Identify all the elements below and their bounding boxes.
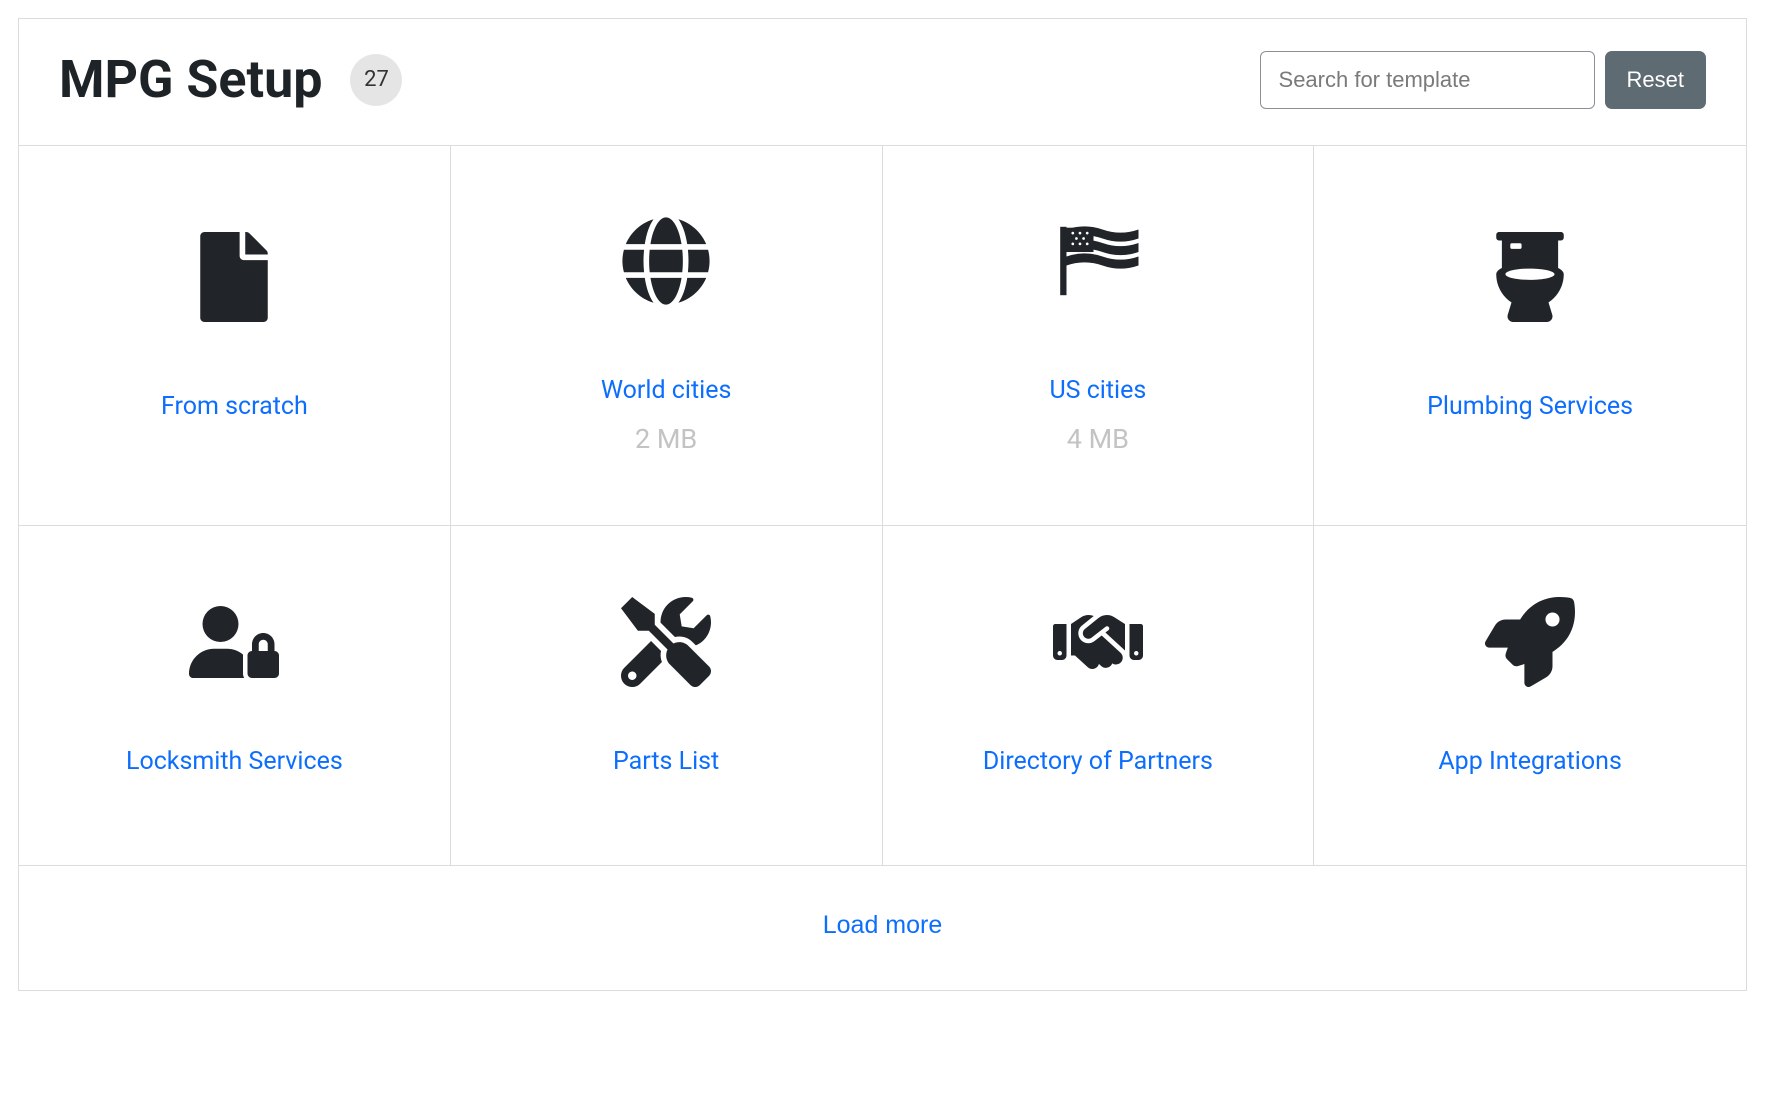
card-plumbing-services[interactable]: Plumbing Services xyxy=(1314,146,1746,526)
card-locksmith-services[interactable]: Locksmith Services xyxy=(19,526,451,866)
count-badge: 27 xyxy=(350,54,402,106)
card-app-integrations[interactable]: App Integrations xyxy=(1314,526,1746,866)
card-parts-list[interactable]: Parts List xyxy=(451,526,883,866)
user-lock-icon xyxy=(189,597,279,687)
card-title: Plumbing Services xyxy=(1427,392,1633,421)
reset-button[interactable]: Reset xyxy=(1605,51,1706,109)
toilet-icon xyxy=(1485,232,1575,322)
card-us-cities[interactable]: US cities 4 MB xyxy=(883,146,1315,526)
file-icon xyxy=(189,232,279,322)
card-world-cities[interactable]: World cities 2 MB xyxy=(451,146,883,526)
globe-icon xyxy=(621,216,711,306)
card-title: App Integrations xyxy=(1438,747,1621,776)
template-grid: From scratch World cities 2 MB US cities… xyxy=(19,145,1746,866)
search-input[interactable] xyxy=(1260,51,1595,109)
card-title: Parts List xyxy=(613,747,719,776)
load-more-button[interactable]: Load more xyxy=(823,911,943,940)
card-title: US cities xyxy=(1049,376,1146,405)
flag-icon xyxy=(1053,216,1143,306)
header-left: MPG Setup 27 xyxy=(59,49,402,110)
card-sub: 2 MB xyxy=(635,423,697,455)
card-from-scratch[interactable]: From scratch xyxy=(19,146,451,526)
tools-icon xyxy=(621,597,711,687)
load-more-row: Load more xyxy=(19,866,1746,990)
card-title: Locksmith Services xyxy=(126,747,343,776)
header: MPG Setup 27 Reset xyxy=(19,19,1746,145)
header-right: Reset xyxy=(1260,51,1706,109)
card-title: Directory of Partners xyxy=(983,747,1213,776)
card-title: From scratch xyxy=(161,392,308,421)
page-title: MPG Setup xyxy=(59,49,322,110)
setup-container: MPG Setup 27 Reset From scratch World ci… xyxy=(18,18,1747,991)
card-sub: 4 MB xyxy=(1067,423,1129,455)
card-title: World cities xyxy=(601,376,732,405)
card-directory-of-partners[interactable]: Directory of Partners xyxy=(883,526,1315,866)
handshake-icon xyxy=(1053,597,1143,687)
rocket-icon xyxy=(1485,597,1575,687)
